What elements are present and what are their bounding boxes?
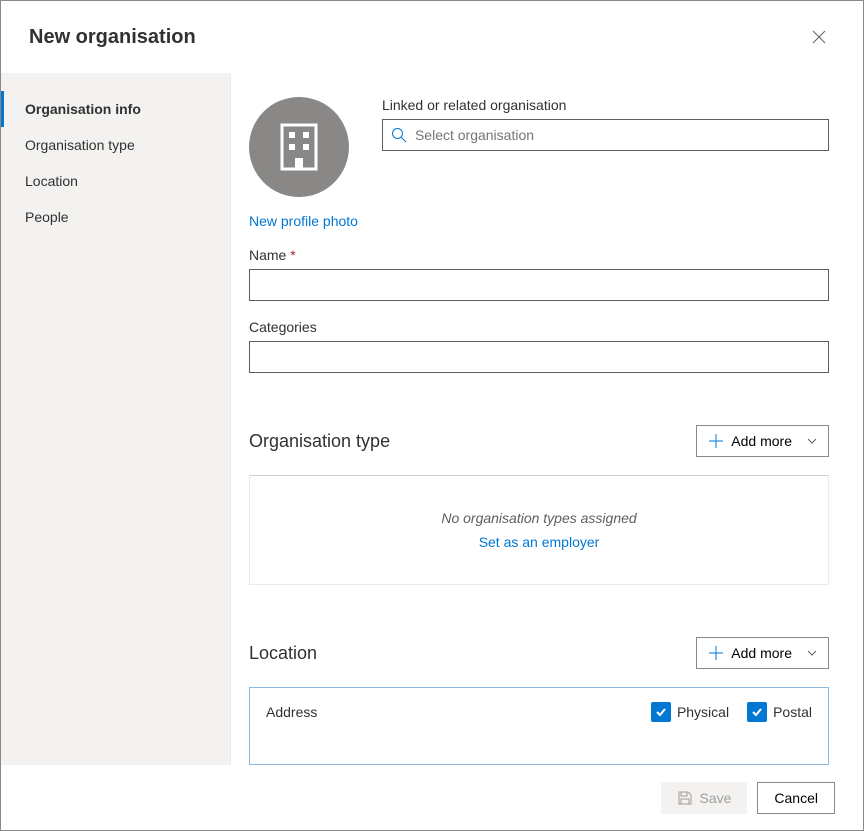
required-marker: *	[290, 247, 295, 263]
sidebar-item-people[interactable]: People	[1, 199, 230, 235]
dialog-header: New organisation	[1, 1, 863, 73]
checkmark-icon	[655, 706, 667, 718]
postal-checkbox-item[interactable]: Postal	[747, 702, 812, 722]
plus-icon	[709, 646, 723, 660]
org-type-empty-text: No organisation types assigned	[250, 510, 828, 526]
top-row: New profile photo Linked or related orga…	[249, 97, 829, 229]
new-organisation-dialog: New organisation Organisation info Organ…	[0, 0, 864, 831]
org-type-title: Organisation type	[249, 431, 390, 452]
location-title: Location	[249, 643, 317, 664]
org-type-empty-panel: No organisation types assigned Set as an…	[249, 475, 829, 585]
search-icon	[391, 127, 407, 143]
sidebar: Organisation info Organisation type Loca…	[1, 73, 231, 765]
dialog-body: Organisation info Organisation type Loca…	[1, 73, 863, 765]
org-type-add-more-button[interactable]: Add more	[696, 425, 829, 457]
address-panel: Address Physical	[249, 687, 829, 765]
physical-checkbox-item[interactable]: Physical	[651, 702, 729, 722]
name-label: Name *	[249, 247, 829, 263]
categories-label: Categories	[249, 319, 829, 335]
set-as-employer-link[interactable]: Set as an employer	[250, 534, 828, 550]
sidebar-item-organisation-type[interactable]: Organisation type	[1, 127, 230, 163]
building-icon	[279, 122, 319, 172]
close-button[interactable]	[803, 21, 835, 53]
address-row: Address Physical	[266, 702, 812, 722]
linked-org-input-wrap[interactable]	[382, 119, 829, 151]
linked-org-input[interactable]	[415, 127, 820, 143]
checkmark-icon	[751, 706, 763, 718]
plus-icon	[709, 434, 723, 448]
name-input[interactable]	[249, 269, 829, 301]
dialog-footer: Save Cancel	[1, 765, 863, 830]
physical-checkbox	[651, 702, 671, 722]
new-profile-photo-link[interactable]: New profile photo	[249, 213, 358, 229]
avatar-section: New profile photo	[249, 97, 358, 229]
postal-checkbox	[747, 702, 767, 722]
close-icon	[812, 30, 826, 44]
location-add-more-button[interactable]: Add more	[696, 637, 829, 669]
linked-org-section: Linked or related organisation	[382, 97, 829, 151]
chevron-down-icon	[806, 647, 818, 659]
linked-org-label: Linked or related organisation	[382, 97, 829, 113]
sidebar-item-location[interactable]: Location	[1, 163, 230, 199]
avatar-placeholder	[249, 97, 349, 197]
address-type-checkboxes: Physical Postal	[651, 702, 812, 722]
org-type-header: Organisation type Add more	[249, 425, 829, 457]
location-header: Location Add more	[249, 637, 829, 669]
cancel-button[interactable]: Cancel	[757, 782, 835, 814]
categories-input[interactable]	[249, 341, 829, 373]
address-label: Address	[266, 704, 317, 720]
save-icon	[677, 790, 693, 806]
categories-field-block: Categories	[249, 319, 829, 373]
content-area: New profile photo Linked or related orga…	[231, 73, 863, 765]
save-button[interactable]: Save	[661, 782, 747, 814]
chevron-down-icon	[806, 435, 818, 447]
sidebar-item-organisation-info[interactable]: Organisation info	[1, 91, 230, 127]
dialog-title: New organisation	[29, 26, 196, 49]
name-field-block: Name *	[249, 247, 829, 301]
